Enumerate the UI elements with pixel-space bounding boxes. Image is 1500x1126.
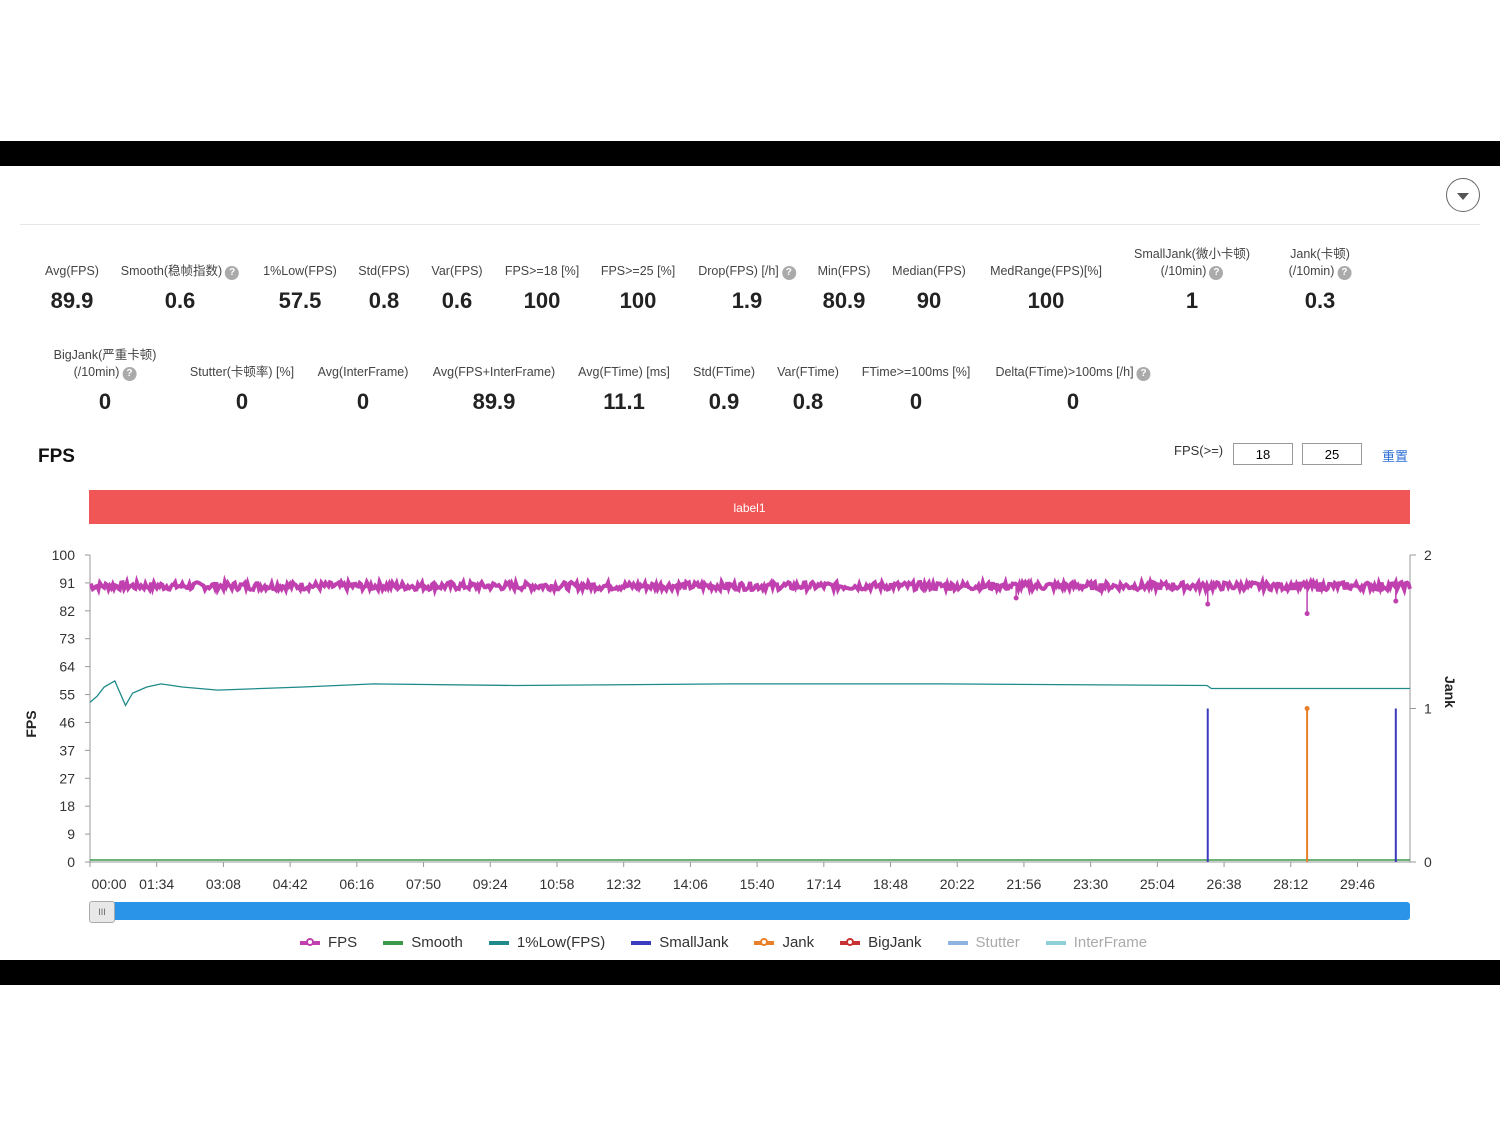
jank-point	[1304, 706, 1310, 711]
x-tick-label: 12:32	[606, 876, 641, 892]
x-tick-label: 25:04	[1140, 876, 1175, 892]
legend-swatch-icon	[1045, 940, 1066, 945]
x-tick-label: 28:12	[1273, 876, 1308, 892]
x-tick-label: 23:30	[1073, 876, 1108, 892]
legend-item-smalljank[interactable]: SmallJank	[631, 934, 728, 951]
legend-swatch-icon	[631, 940, 652, 945]
legend-label: SmallJank	[659, 934, 729, 951]
legend-label: InterFrame	[1073, 934, 1148, 951]
x-tick-label: 00:00	[91, 876, 126, 892]
legend: FPS Smooth 1%Low(FPS) SmallJank Jank BigJank S…	[300, 934, 1147, 951]
bottom-letterbox	[0, 960, 1500, 985]
y-tick-label: 73	[59, 631, 75, 647]
legend-label: Smooth	[411, 934, 463, 951]
low1-series	[89, 679, 1410, 707]
x-tick-label: 20:22	[940, 876, 975, 892]
y2-tick-label: 2	[1424, 547, 1432, 563]
y-tick-label: 27	[59, 770, 75, 786]
y-tick-label: 9	[67, 826, 75, 842]
y-tick-label: 46	[59, 714, 75, 730]
y-tick-label: 55	[59, 687, 75, 703]
x-tick-label: 07:50	[406, 876, 441, 892]
x-tick-label: 01:34	[139, 876, 174, 892]
legend-swatch-icon	[383, 940, 404, 945]
x-tick-label: 06:16	[339, 876, 374, 892]
x-tick-label: 26:38	[1207, 876, 1242, 892]
x-tick-label: 04:42	[273, 876, 308, 892]
fps-dip-point	[1304, 611, 1310, 617]
fps-dip-point	[1205, 601, 1211, 607]
legend-item-interframe[interactable]: InterFrame	[1045, 934, 1148, 951]
legend-item-bigjank[interactable]: BigJank	[840, 934, 922, 951]
y2-axis-title: Jank	[1442, 676, 1458, 708]
x-tick-label: 03:08	[206, 876, 241, 892]
legend-swatch-icon	[840, 937, 861, 946]
legend-label: FPS	[328, 934, 358, 951]
x-tick-label: 14:06	[673, 876, 708, 892]
x-tick-label: 10:58	[539, 876, 574, 892]
y2-tick-label: 0	[1424, 854, 1432, 870]
x-tick-label: 21:56	[1006, 876, 1041, 892]
fps-dip-point	[1393, 598, 1399, 604]
x-tick-label: 29:46	[1340, 876, 1375, 892]
x-tick-label: 15:40	[740, 876, 775, 892]
y2-tick-label: 1	[1424, 701, 1432, 717]
legend-label: Jank	[782, 934, 815, 951]
y-tick-label: 37	[59, 742, 75, 758]
legend-label: 1%Low(FPS)	[516, 934, 606, 951]
legend-item-1lowfps[interactable]: 1%Low(FPS)	[488, 934, 606, 951]
y-tick-label: 91	[59, 575, 75, 591]
y-tick-label: 82	[59, 603, 75, 619]
y-tick-label: 0	[67, 854, 75, 870]
fps-chart: 0 9 18 27 37 46 55 64 73 82 91 100 0 1 2 00:00 01:34 03:0…	[23, 547, 1458, 892]
y-tick-label: 18	[59, 798, 75, 814]
legend-swatch-icon	[488, 940, 509, 945]
legend-item-smooth[interactable]: Smooth	[383, 934, 463, 951]
y-axis-title: FPS	[23, 710, 39, 737]
legend-swatch-icon	[947, 940, 968, 945]
y-tick-label: 64	[59, 659, 75, 675]
fps-series	[89, 574, 1412, 598]
legend-swatch-icon	[754, 937, 775, 946]
scrollbar-handle[interactable]: III	[89, 901, 115, 923]
x-tick-label: 09:24	[473, 876, 508, 892]
legend-label: Stutter	[975, 934, 1020, 951]
legend-swatch-icon	[300, 937, 320, 946]
time-range-scrollbar[interactable]	[90, 902, 1410, 920]
y-tick-label: 100	[52, 547, 76, 563]
x-tick-label: 18:48	[873, 876, 908, 892]
x-tick-label: 17:14	[806, 876, 841, 892]
legend-item-fps[interactable]: FPS	[300, 934, 357, 951]
legend-label: BigJank	[868, 934, 922, 951]
legend-item-stutter[interactable]: Stutter	[947, 934, 1020, 951]
legend-item-jank[interactable]: Jank	[754, 934, 814, 951]
fps-dip-point	[1013, 595, 1019, 601]
